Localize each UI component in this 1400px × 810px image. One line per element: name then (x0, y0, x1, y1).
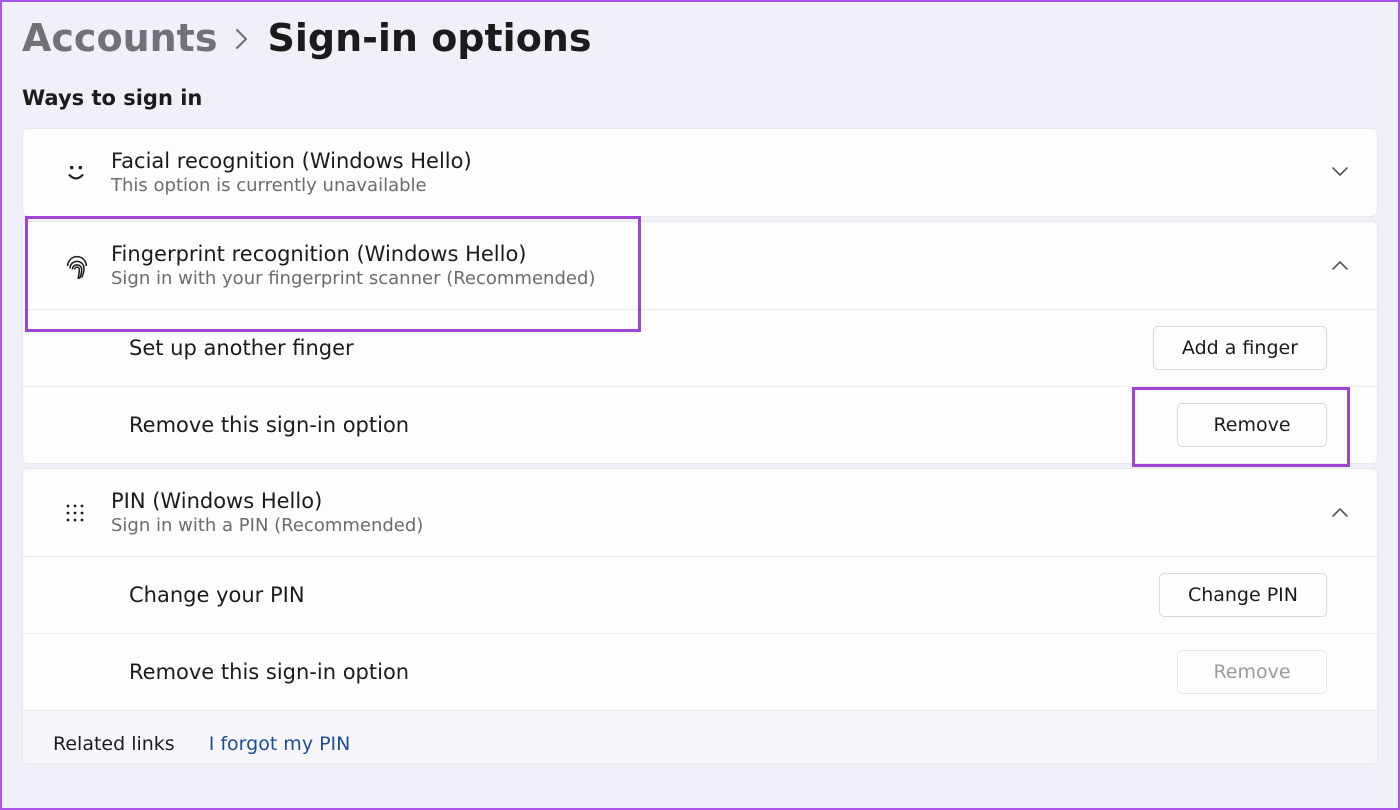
facial-subtitle: This option is currently unavailable (111, 175, 1331, 196)
forgot-pin-link[interactable]: I forgot my PIN (209, 733, 351, 755)
breadcrumb-parent[interactable]: Accounts (22, 16, 217, 60)
remove-fingerprint-button[interactable]: Remove (1177, 403, 1327, 447)
fingerprint-title: Fingerprint recognition (Windows Hello) (111, 242, 1331, 266)
remove-pin-label: Remove this sign-in option (129, 660, 409, 684)
section-heading: Ways to sign in (22, 86, 1378, 110)
facial-recognition-header[interactable]: Facial recognition (Windows Hello) This … (23, 129, 1377, 216)
fingerprint-recognition-header[interactable]: Fingerprint recognition (Windows Hello) … (23, 222, 1377, 309)
related-links-label: Related links (53, 733, 175, 755)
chevron-up-icon (1331, 503, 1349, 522)
setup-finger-row: Set up another finger Add a finger (23, 310, 1377, 387)
add-finger-button[interactable]: Add a finger (1153, 326, 1327, 370)
remove-fingerprint-row: Remove this sign-in option Remove (23, 387, 1377, 463)
change-pin-row: Change your PIN Change PIN (23, 557, 1377, 634)
change-pin-button[interactable]: Change PIN (1159, 573, 1327, 617)
change-pin-label: Change your PIN (129, 583, 305, 607)
pin-title: PIN (Windows Hello) (111, 489, 1331, 513)
chevron-up-icon (1331, 256, 1349, 275)
chevron-right-icon (235, 28, 249, 56)
face-icon (63, 160, 111, 186)
pin-header[interactable]: PIN (Windows Hello) Sign in with a PIN (… (23, 469, 1377, 556)
fingerprint-icon (63, 252, 111, 280)
pin-sublist: Change your PIN Change PIN Remove this s… (23, 556, 1377, 763)
pin-subtitle: Sign in with a PIN (Recommended) (111, 515, 1331, 536)
fingerprint-recognition-card: Fingerprint recognition (Windows Hello) … (22, 221, 1378, 464)
facial-title: Facial recognition (Windows Hello) (111, 149, 1331, 173)
breadcrumb: Accounts Sign-in options (22, 16, 1378, 60)
fingerprint-subtitle: Sign in with your fingerprint scanner (R… (111, 268, 1331, 289)
setup-finger-label: Set up another finger (129, 336, 354, 360)
facial-recognition-card: Facial recognition (Windows Hello) This … (22, 128, 1378, 217)
remove-pin-row: Remove this sign-in option Remove (23, 634, 1377, 710)
page-title: Sign-in options (267, 16, 591, 60)
keypad-icon (63, 501, 111, 525)
fingerprint-sublist: Set up another finger Add a finger Remov… (23, 309, 1377, 463)
chevron-down-icon (1331, 163, 1349, 182)
related-links-bar: Related links I forgot my PIN (23, 710, 1377, 763)
pin-card: PIN (Windows Hello) Sign in with a PIN (… (22, 468, 1378, 764)
remove-pin-button: Remove (1177, 650, 1327, 694)
remove-fingerprint-label: Remove this sign-in option (129, 413, 409, 437)
